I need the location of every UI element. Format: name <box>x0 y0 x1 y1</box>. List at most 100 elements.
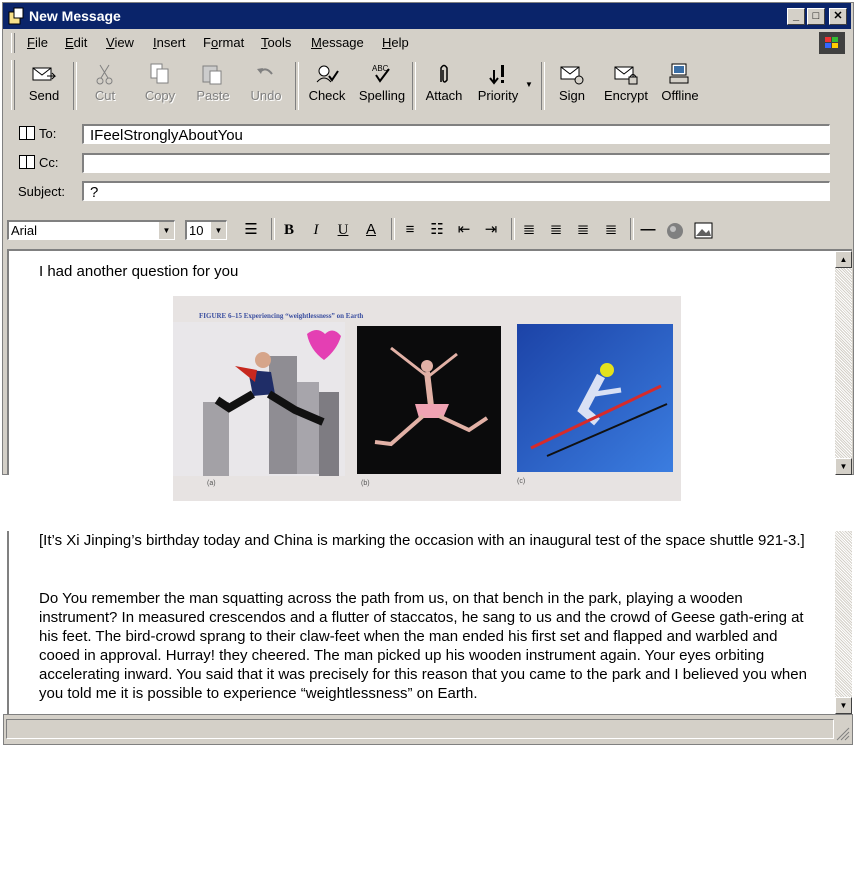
horizontal-line-icon[interactable]: — <box>637 220 659 240</box>
encrypt-button[interactable]: Encrypt <box>602 58 650 112</box>
toolbar-separator <box>73 62 77 110</box>
insert-picture-icon[interactable] <box>694 222 714 240</box>
menu-message[interactable]: Message <box>311 35 364 50</box>
toolbar-separator <box>412 62 416 110</box>
scroll-up-icon[interactable]: ▲ <box>835 251 852 268</box>
panel-label-b: (b) <box>361 480 370 487</box>
toolbar-separator <box>630 218 634 240</box>
toolbar-separator <box>541 62 545 110</box>
attach-button[interactable]: Attach <box>421 58 467 112</box>
vertical-scrollbar[interactable]: ▲ ▼ <box>835 251 852 475</box>
undo-button[interactable]: Undo <box>245 58 287 112</box>
maximize-button[interactable]: □ <box>807 8 825 25</box>
subject-label: Subject: <box>18 184 65 199</box>
spelling-icon: ABC <box>372 64 390 83</box>
send-button[interactable]: Send <box>23 58 65 112</box>
font-color-icon[interactable]: A <box>360 220 382 240</box>
to-label-button[interactable]: To: <box>19 126 56 141</box>
toolbar-separator <box>511 218 515 240</box>
menu-grip <box>11 33 15 53</box>
check-names-icon <box>316 65 339 83</box>
send-icon <box>32 67 57 81</box>
scroll-down-icon[interactable]: ▼ <box>835 697 852 714</box>
to-field[interactable]: IFeelStronglyAboutYou <box>82 124 830 144</box>
paste-button[interactable]: Paste <box>191 58 235 112</box>
underline-icon[interactable]: U <box>332 220 354 240</box>
body-intro: I had another question for you <box>39 263 239 280</box>
menu-bar: File Edit View Insert Format Tools Messa… <box>3 30 851 56</box>
cc-field[interactable] <box>82 153 830 173</box>
new-message-icon <box>8 7 24 25</box>
chevron-down-icon[interactable]: ▼ <box>158 222 174 239</box>
copy-button[interactable]: Copy <box>138 58 182 112</box>
priority-dropdown-icon[interactable]: ▼ <box>525 80 533 89</box>
address-book-icon <box>19 126 35 140</box>
address-book-icon <box>19 155 35 169</box>
increase-indent-icon[interactable]: ⇥ <box>480 220 502 240</box>
sign-icon <box>560 66 584 85</box>
menu-file[interactable]: File <box>27 35 48 50</box>
menu-help[interactable]: Help <box>382 35 409 50</box>
align-left-icon[interactable]: ≣ <box>518 220 540 240</box>
bulleted-list-icon[interactable]: ☷ <box>426 220 448 240</box>
decrease-indent-icon[interactable]: ⇤ <box>453 220 475 240</box>
subject-field[interactable]: ? <box>82 181 830 201</box>
body-paragraph-1: [It’s Xi Jinping’s birthday today and Ch… <box>39 532 805 549</box>
offline-icon <box>669 63 689 84</box>
font-select[interactable]: Arial ▼ <box>7 220 175 240</box>
status-bar <box>3 714 853 745</box>
check-names-button[interactable]: Check <box>306 58 348 112</box>
figure-caption: FIGURE 6–15 Experiencing “weightlessness… <box>199 312 364 320</box>
priority-icon <box>489 65 504 85</box>
status-pane <box>6 719 834 739</box>
chevron-down-icon[interactable]: ▼ <box>210 222 226 239</box>
priority-button[interactable]: Priority <box>474 58 522 112</box>
italic-icon[interactable]: I <box>305 220 327 240</box>
formatting-bar: Arial ▼ 10 ▼ ☰ B I U A ≡ ☷ ⇤ ⇥ ≣ ≣ ≣ ≣ — <box>3 214 851 244</box>
align-center-icon[interactable]: ≣ <box>545 220 567 240</box>
panel-label-a: (a) <box>207 480 216 487</box>
undo-icon <box>257 68 273 75</box>
minimize-button[interactable]: _ <box>787 8 805 25</box>
body-paragraph-2: Do You remember the man squatting across… <box>39 590 807 702</box>
numbered-list-icon[interactable]: ≡ <box>399 220 421 240</box>
toolbar-separator <box>391 218 395 240</box>
figure-panel-skier <box>517 324 673 472</box>
vertical-scrollbar[interactable]: ▼ <box>835 531 852 714</box>
toolbar-separator <box>295 62 299 110</box>
panel-label-c: (c) <box>517 478 526 485</box>
copy-icon <box>150 63 169 84</box>
paragraph-style-icon[interactable]: ☰ <box>240 220 262 240</box>
embedded-figure-photo: FIGURE 6–15 Experiencing “weightlessness… <box>173 296 681 501</box>
offline-button[interactable]: Offline <box>658 58 702 112</box>
window-title: New Message <box>29 8 121 24</box>
encrypt-icon <box>614 66 638 85</box>
menu-tools[interactable]: Tools <box>261 35 291 50</box>
paperclip-icon <box>440 64 448 83</box>
scissors-icon <box>96 64 113 85</box>
toolbar: Send Cut Copy Paste Undo Check ABC Spell… <box>3 58 851 114</box>
cc-label-button[interactable]: Cc: <box>19 155 59 170</box>
figure-panel-jumper <box>173 322 345 476</box>
menu-format[interactable]: Format <box>203 35 244 50</box>
insert-hyperlink-icon[interactable] <box>665 222 685 240</box>
cut-button[interactable]: Cut <box>85 58 125 112</box>
windows-logo-icon <box>819 32 845 54</box>
toolbar-separator <box>271 218 275 240</box>
title-bar[interactable]: New Message _ □ ✕ <box>3 3 851 29</box>
font-size-select[interactable]: 10 ▼ <box>185 220 227 240</box>
menu-insert[interactable]: Insert <box>153 35 186 50</box>
spelling-button[interactable]: ABC Spelling <box>356 58 408 112</box>
resize-grip-icon[interactable] <box>834 725 850 741</box>
menu-edit[interactable]: Edit <box>65 35 87 50</box>
sign-button[interactable]: Sign <box>551 58 593 112</box>
toolbar-grip <box>11 60 15 110</box>
paste-icon <box>202 65 222 85</box>
menu-view[interactable]: View <box>106 35 134 50</box>
scroll-down-icon[interactable]: ▼ <box>835 458 852 475</box>
align-right-icon[interactable]: ≣ <box>572 220 594 240</box>
close-button[interactable]: ✕ <box>829 8 847 25</box>
bold-icon[interactable]: B <box>278 220 300 240</box>
justify-icon[interactable]: ≣ <box>600 220 622 240</box>
figure-panel-dancer <box>357 326 501 474</box>
